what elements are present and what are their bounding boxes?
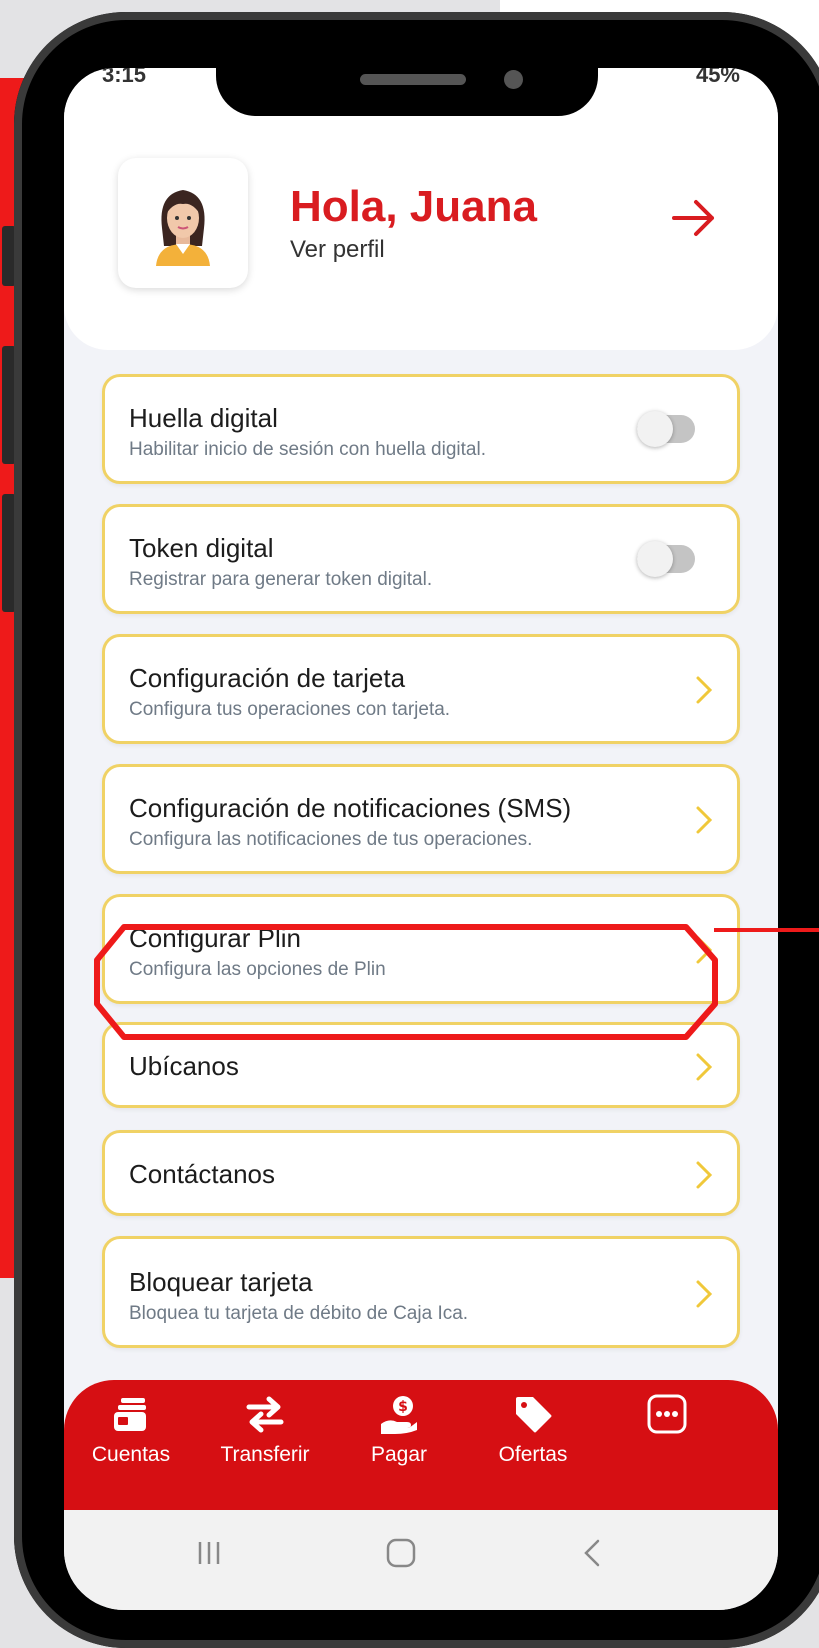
callout-line xyxy=(714,928,819,932)
avatar-woman-icon xyxy=(156,190,210,266)
setting-title: Configuración de tarjeta xyxy=(129,663,406,693)
highlight-box xyxy=(94,924,718,1040)
setting-subtitle: Configura las notificaciones de tus oper… xyxy=(129,829,533,850)
setting-title: Bloquear tarjeta xyxy=(129,1267,313,1297)
setting-fingerprint[interactable]: Huella digital Habilitar inicio de sesió… xyxy=(102,374,740,484)
view-profile-link[interactable]: Ver perfil xyxy=(290,236,385,264)
setting-title: Huella digital xyxy=(129,403,278,433)
chevron-right-icon xyxy=(696,1280,713,1308)
chevron-right-icon xyxy=(696,806,713,834)
status-time: 3:15 xyxy=(102,68,147,87)
tab-ofertas[interactable]: Ofertas xyxy=(468,1394,598,1467)
setting-title: Ubícanos xyxy=(129,1051,239,1081)
chevron-right-icon xyxy=(696,1053,713,1081)
app-screen: 3:15 45% Hola, Juana Ver perfil Huella d… xyxy=(64,68,778,1610)
tab-label: Ofertas xyxy=(498,1443,568,1466)
chevron-right-icon xyxy=(696,1161,713,1189)
home-icon[interactable] xyxy=(384,1536,418,1570)
tag-icon xyxy=(516,1397,552,1433)
speaker-grille xyxy=(360,74,466,85)
back-icon[interactable] xyxy=(580,1538,604,1568)
setting-digital-token[interactable]: Token digital Registrar para generar tok… xyxy=(102,504,740,614)
bottom-tab-bar: Cuentas Transferir $ Pagar Ofertas xyxy=(64,1380,778,1510)
tab-label: Transferir xyxy=(220,1443,310,1466)
tab-label: Pagar xyxy=(370,1443,428,1466)
status-battery: 45% xyxy=(695,68,740,87)
setting-title: Contáctanos xyxy=(129,1159,275,1189)
chevron-right-icon xyxy=(696,676,713,704)
svg-text:$: $ xyxy=(398,1399,408,1415)
setting-subtitle: Configura tus operaciones con tarjeta. xyxy=(129,699,451,720)
recent-apps-icon[interactable] xyxy=(194,1538,224,1568)
arrow-right-icon[interactable] xyxy=(670,198,718,238)
tab-label: Cuentas xyxy=(91,1443,171,1466)
transfer-arrows-icon xyxy=(246,1396,284,1433)
setting-contact-us[interactable]: Contáctanos xyxy=(102,1130,740,1216)
front-camera xyxy=(504,70,523,89)
fingerprint-toggle[interactable] xyxy=(637,411,695,447)
pay-hand-coin-icon: $ xyxy=(381,1396,417,1434)
setting-card-config[interactable]: Configuración de tarjeta Configura tus o… xyxy=(102,634,740,744)
more-dots-icon xyxy=(647,1394,687,1434)
tab-cuentas[interactable]: Cuentas xyxy=(66,1394,196,1467)
tab-more[interactable] xyxy=(602,1394,732,1443)
tab-transferir[interactable]: Transferir xyxy=(200,1394,330,1467)
system-navigation-bar xyxy=(64,1510,778,1610)
digital-token-toggle[interactable] xyxy=(637,541,695,577)
avatar[interactable] xyxy=(118,158,248,288)
toggle-knob xyxy=(637,541,673,577)
greeting-title: Hola, Juana xyxy=(290,182,537,231)
cards-icon xyxy=(114,1398,146,1431)
setting-title: Token digital xyxy=(129,533,274,563)
setting-title: Configuración de notificaciones (SMS) xyxy=(129,793,572,823)
setting-subtitle: Bloquea tu tarjeta de débito de Caja Ica… xyxy=(129,1303,469,1324)
setting-subtitle: Registrar para generar token digital. xyxy=(129,569,433,590)
setting-notifications[interactable]: Configuración de notificaciones (SMS) Co… xyxy=(102,764,740,874)
toggle-knob xyxy=(637,411,673,447)
tab-pagar[interactable]: $ Pagar xyxy=(334,1394,464,1467)
setting-subtitle: Habilitar inicio de sesión con huella di… xyxy=(129,439,486,460)
setting-block-card[interactable]: Bloquear tarjeta Bloquea tu tarjeta de d… xyxy=(102,1236,740,1348)
phone-notch xyxy=(216,50,598,116)
